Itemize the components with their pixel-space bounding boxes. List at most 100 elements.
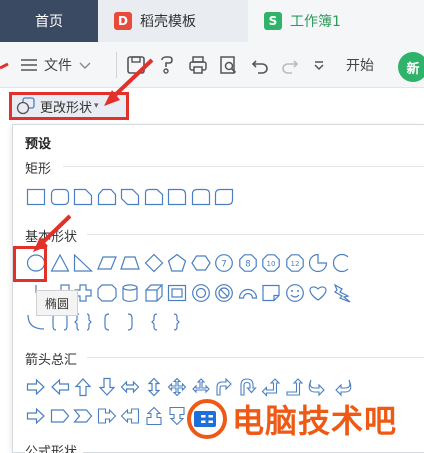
basic-shapes-section-title: 基本形状	[25, 226, 84, 245]
octagon-shape[interactable]: 8	[237, 252, 259, 274]
parallelogram-shape[interactable]	[96, 252, 118, 274]
new-button[interactable]: 新	[398, 52, 424, 82]
left-right-up-arrow-shape[interactable]	[190, 376, 212, 398]
can-shape[interactable]	[119, 282, 141, 304]
undo-button[interactable]	[250, 54, 270, 76]
dodecagon-shape[interactable]: 12	[284, 252, 306, 274]
right-bracket-shape[interactable]	[119, 311, 141, 333]
tab-home[interactable]: 首页	[0, 0, 98, 42]
decagon-shape[interactable]: 10	[260, 252, 282, 274]
down-arrow-shape[interactable]	[96, 376, 118, 398]
tab-workbook[interactable]: S 工作簿1	[248, 0, 424, 42]
snip-round-rectangle-shape[interactable]	[143, 186, 165, 208]
bent-up-arrow-shape[interactable]	[284, 376, 306, 398]
snip-corner-rectangle-shape[interactable]	[72, 186, 94, 208]
folded-corner-shape[interactable]	[260, 282, 282, 304]
rectangle-shape[interactable]	[25, 186, 47, 208]
up-arrow-shape[interactable]	[72, 376, 94, 398]
spreadsheet-logo-icon: S	[264, 12, 282, 30]
curved-left-arrow-shape[interactable]	[331, 376, 353, 398]
formula-shapes-section-title: 公式形状	[25, 441, 84, 453]
change-shape-icon	[16, 97, 35, 115]
down-arrow-callout-shape[interactable]	[166, 405, 188, 427]
print-preview-icon	[220, 56, 237, 74]
diamond-shape[interactable]	[143, 252, 165, 274]
donut-shape[interactable]	[190, 282, 212, 304]
format-painter-button[interactable]	[158, 54, 178, 76]
left-brace-shape[interactable]	[143, 311, 165, 333]
section-divider	[87, 234, 424, 235]
tab-home-label: 首页	[35, 14, 63, 30]
watermark-logo-icon	[187, 399, 227, 439]
right-arrow-shape[interactable]	[25, 376, 47, 398]
lightning-bolt-shape[interactable]	[331, 282, 353, 304]
oval-highlight-box	[13, 246, 47, 282]
heart-shape[interactable]	[307, 282, 329, 304]
file-menu-button[interactable]: 文件	[20, 54, 92, 76]
left-arrow-shape[interactable]	[49, 376, 71, 398]
svg-text:10: 10	[267, 260, 276, 268]
print-button[interactable]	[188, 54, 208, 76]
up-down-arrow-shape[interactable]	[143, 376, 165, 398]
watermark-text: 电脑技术吧	[232, 402, 398, 440]
redo-button[interactable]	[280, 54, 300, 76]
curved-right-arrow-shape[interactable]	[307, 376, 329, 398]
left-arrow-callout-shape[interactable]	[119, 405, 141, 427]
chord-shape[interactable]	[331, 252, 353, 274]
snip-diagonal-rectangle-shape[interactable]	[119, 186, 141, 208]
trapezoid-shape[interactable]	[119, 252, 141, 274]
change-shape-label: 更改形状	[40, 100, 93, 116]
start-tab[interactable]: 开始	[346, 54, 374, 76]
hamburger-menu-icon	[21, 59, 37, 71]
print-preview-button[interactable]	[218, 54, 238, 76]
cube-shape[interactable]	[143, 282, 165, 304]
section-divider	[87, 357, 424, 358]
save-button[interactable]	[126, 54, 146, 76]
smiley-face-shape[interactable]	[284, 282, 306, 304]
rounded-rectangle-shape[interactable]	[49, 186, 71, 208]
round-diagonal-rectangle-shape[interactable]	[213, 186, 235, 208]
new-button-label: 新	[406, 61, 420, 77]
right-arrow-callout-shape[interactable]	[96, 405, 118, 427]
quick-access-dropdown[interactable]	[312, 54, 326, 76]
arrow-shapes-row-2	[25, 403, 190, 429]
u-turn-arrow-shape[interactable]	[237, 376, 259, 398]
format-painter-icon	[161, 56, 173, 74]
round-same-side-rectangle-shape[interactable]	[190, 186, 212, 208]
change-shape-button[interactable]: 更改形状 ▾	[9, 92, 129, 120]
pie-shape[interactable]	[307, 252, 329, 274]
rectangle-section-title: 矩形	[25, 158, 58, 177]
striped-right-arrow-shape[interactable]	[25, 405, 47, 427]
snip-same-side-rectangle-shape[interactable]	[96, 186, 118, 208]
print-icon	[189, 56, 207, 74]
right-triangle-shape[interactable]	[72, 252, 94, 274]
bent-arrow-shape[interactable]	[213, 376, 235, 398]
chevron-shape[interactable]	[72, 405, 94, 427]
isosceles-triangle-shape[interactable]	[49, 252, 71, 274]
round-single-corner-rectangle-shape[interactable]	[166, 186, 188, 208]
up-arrow-callout-shape[interactable]	[143, 405, 165, 427]
left-up-arrow-shape[interactable]	[260, 376, 282, 398]
docer-logo-icon: D	[114, 12, 132, 30]
heptagon-shape[interactable]: 7	[213, 252, 235, 274]
left-right-arrow-shape[interactable]	[119, 376, 141, 398]
right-brace-shape[interactable]	[166, 311, 188, 333]
cross-shape[interactable]	[96, 282, 118, 304]
pentagon-shape[interactable]	[166, 252, 188, 274]
toolbar: 文件 开始	[0, 42, 424, 88]
pentagon-arrow-shape[interactable]	[49, 405, 71, 427]
redo-icon	[282, 60, 299, 74]
bevel-shape[interactable]	[166, 282, 188, 304]
left-bracket-shape[interactable]	[96, 311, 118, 333]
no-symbol-shape[interactable]	[213, 282, 235, 304]
hexagon-shape[interactable]	[190, 252, 212, 274]
block-arc-shape[interactable]	[237, 282, 259, 304]
tab-bar: 首页 D 稻壳模板 S 工作簿1	[0, 0, 424, 42]
section-divider	[63, 166, 424, 167]
chevron-down-icon	[79, 62, 91, 69]
tab-template[interactable]: D 稻壳模板	[98, 0, 248, 42]
basic-shapes-row-1: 7 8 10 12	[25, 250, 354, 276]
chevron-down-icon	[314, 61, 324, 71]
quad-arrow-shape[interactable]	[166, 376, 188, 398]
svg-text:8: 8	[245, 259, 250, 269]
